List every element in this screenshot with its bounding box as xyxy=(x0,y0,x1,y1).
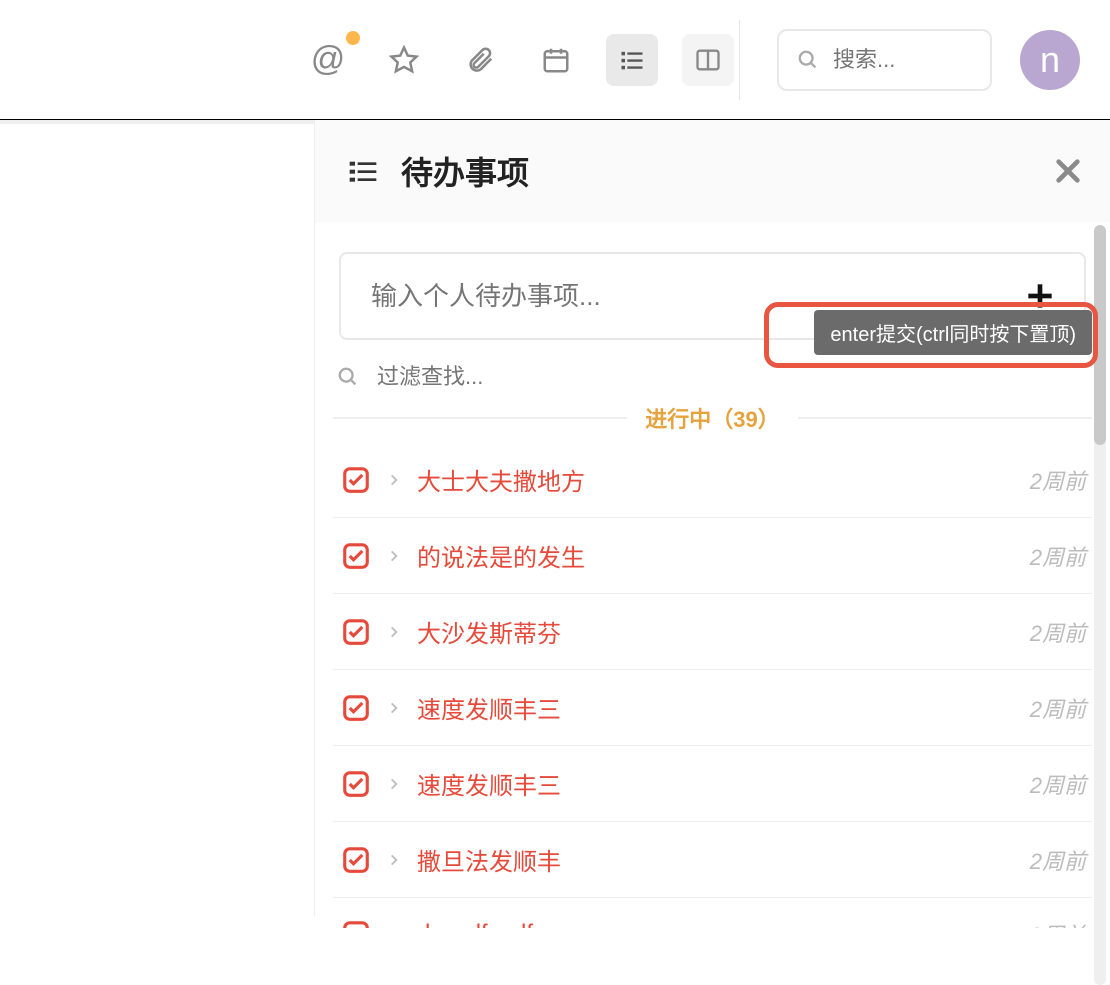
plus-icon[interactable] xyxy=(1026,282,1054,310)
filter-input[interactable] xyxy=(377,364,1088,390)
chevron-right-icon[interactable] xyxy=(387,777,401,791)
avatar-letter: n xyxy=(1040,39,1060,81)
chevron-right-icon[interactable] xyxy=(387,853,401,867)
todo-time: 2周前 xyxy=(1030,540,1086,572)
todo-item[interactable]: 大沙发斯蒂芬 2周前 xyxy=(333,594,1092,670)
panel-header: 待办事项 xyxy=(315,120,1110,212)
todo-title: 撒旦法发顺丰 xyxy=(417,842,1014,877)
todo-item[interactable]: 速度发顺丰三 2周前 xyxy=(333,670,1092,746)
chevron-right-icon[interactable] xyxy=(387,701,401,715)
chevron-right-icon[interactable] xyxy=(387,927,401,928)
todo-list: 大士大夫撒地方2周前的说法是的发生2周前大沙发斯蒂芬2周前速度发顺丰三2周前速度… xyxy=(333,442,1092,928)
todo-title: 的说法是的发生 xyxy=(417,538,1014,573)
attachment-icon[interactable] xyxy=(454,34,506,86)
scrollbar-thumb[interactable] xyxy=(1094,225,1106,445)
checkbox-icon[interactable] xyxy=(341,617,371,647)
panel-title-text: 待办事项 xyxy=(401,148,529,194)
left-sidebar xyxy=(0,120,315,916)
panel-title: 待办事项 xyxy=(347,148,529,194)
scrollbar[interactable] xyxy=(1094,225,1106,985)
toolbar: @ xyxy=(302,34,734,86)
chevron-right-icon[interactable] xyxy=(387,473,401,487)
chevron-right-icon[interactable] xyxy=(387,625,401,639)
section-divider: 进行中（39） xyxy=(333,402,1092,434)
todo-item[interactable]: 速度发顺丰三 2周前 xyxy=(333,746,1092,822)
checkbox-icon[interactable] xyxy=(341,465,371,495)
todo-item[interactable]: dsasdfasdf 2周前 xyxy=(333,898,1092,928)
checkbox-icon[interactable] xyxy=(341,919,371,928)
close-icon[interactable] xyxy=(1054,157,1082,185)
main-area: 待办事项 enter提交(ctrl同时按下置顶) xyxy=(0,120,1110,916)
todo-item[interactable]: 的说法是的发生 2周前 xyxy=(333,518,1092,594)
list-view-icon[interactable] xyxy=(606,34,658,86)
todo-item[interactable]: 大士大夫撒地方 2周前 xyxy=(333,442,1092,518)
notification-dot xyxy=(346,31,360,45)
mentions-icon[interactable]: @ xyxy=(302,34,354,86)
chevron-right-icon[interactable] xyxy=(387,549,401,563)
todo-time: 2周前 xyxy=(1030,844,1086,876)
list-icon xyxy=(347,155,379,187)
filter-row xyxy=(337,364,1088,390)
section-label: 进行中（39） xyxy=(645,402,779,434)
todo-time: 2周前 xyxy=(1030,616,1086,648)
todo-title: 速度发顺丰三 xyxy=(417,690,1014,725)
calendar-icon[interactable] xyxy=(530,34,582,86)
top-bar: @ n xyxy=(0,0,1110,120)
todo-title: 大士大夫撒地方 xyxy=(417,462,1014,497)
add-todo-box[interactable]: enter提交(ctrl同时按下置顶) xyxy=(339,252,1086,340)
columns-icon[interactable] xyxy=(682,34,734,86)
search-icon xyxy=(337,366,359,388)
todo-title: 大沙发斯蒂芬 xyxy=(417,614,1014,649)
todo-title: 速度发顺丰三 xyxy=(417,766,1014,801)
todo-title: dsasdfasdf xyxy=(417,920,1014,928)
todo-item[interactable]: 撒旦法发顺丰 2周前 xyxy=(333,822,1092,898)
checkbox-icon[interactable] xyxy=(341,693,371,723)
checkbox-icon[interactable] xyxy=(341,769,371,799)
star-icon[interactable] xyxy=(378,34,430,86)
todo-time: 2周前 xyxy=(1030,918,1086,928)
search-input[interactable] xyxy=(833,47,963,73)
todo-time: 2周前 xyxy=(1030,692,1086,724)
avatar[interactable]: n xyxy=(1020,30,1080,90)
checkbox-icon[interactable] xyxy=(341,541,371,571)
add-todo-input[interactable] xyxy=(371,281,1026,312)
todo-time: 2周前 xyxy=(1030,768,1086,800)
todo-time: 2周前 xyxy=(1030,464,1086,496)
checkbox-icon[interactable] xyxy=(341,845,371,875)
search-icon xyxy=(797,49,819,71)
panel-body: enter提交(ctrl同时按下置顶) 进行中（39） 大士大夫撒地方2周前的说… xyxy=(315,222,1110,928)
search-box[interactable] xyxy=(777,29,992,91)
add-tooltip: enter提交(ctrl同时按下置顶) xyxy=(814,310,1092,355)
todo-panel: 待办事项 enter提交(ctrl同时按下置顶) xyxy=(315,120,1110,916)
